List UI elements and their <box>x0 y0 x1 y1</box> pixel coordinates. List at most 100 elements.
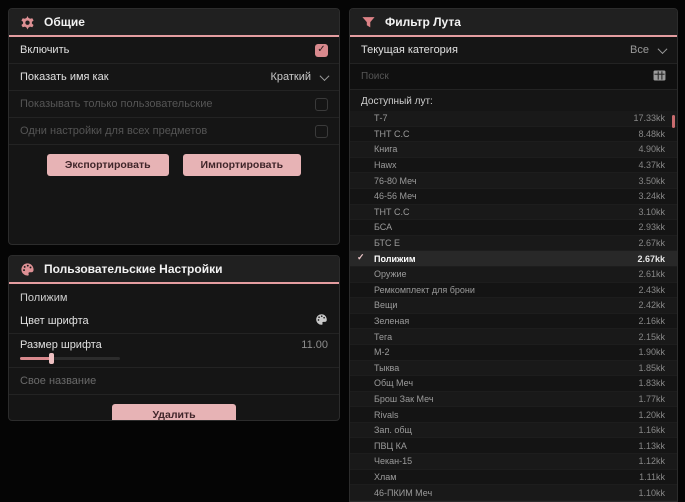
scrollbar-thumb[interactable] <box>672 115 675 128</box>
loot-item-row[interactable]: Общ Меч 1.83kk <box>350 376 677 392</box>
color-palette-icon[interactable] <box>315 313 328 329</box>
enable-row[interactable]: Включить ✓ <box>9 37 339 64</box>
loot-item-name: Ремкомплект для брони <box>374 284 475 295</box>
loot-item-row[interactable]: Книга 4.90kk <box>350 142 677 158</box>
chevron-down-icon <box>319 70 330 81</box>
loot-item-value: 3.24kk <box>638 191 665 202</box>
loot-item-row[interactable]: 76-80 Меч 3.50kk <box>350 173 677 189</box>
check-icon: ✓ <box>357 252 365 263</box>
loot-item-name: Зеленая <box>374 316 410 327</box>
loot-filter-title: Фильтр Лута <box>385 15 461 29</box>
loot-item-row[interactable]: Брош Зак Меч 1.77kk <box>350 391 677 408</box>
loot-item-row[interactable]: Зеленая 2.16kk <box>350 313 677 330</box>
import-button[interactable]: Импортировать <box>182 154 302 176</box>
general-panel-title: Общие <box>44 15 85 29</box>
font-size-slider[interactable] <box>20 353 120 364</box>
loot-item-name: Полижим <box>374 253 416 264</box>
same-settings-row[interactable]: Одни настройки для всех предметов <box>9 118 339 145</box>
loot-item-value: 1.10kk <box>638 487 665 498</box>
loot-item-row[interactable]: Вещи 2.42kk <box>350 298 677 314</box>
loot-item-value: 1.83kk <box>638 378 665 389</box>
loot-item-name: 76-80 Меч <box>374 175 417 186</box>
loot-item-row[interactable]: Тыква 1.85kk <box>350 360 677 377</box>
loot-item-value: 1.12kk <box>638 456 665 467</box>
loot-item-row[interactable]: Тега 2.15kk <box>350 329 677 345</box>
loot-item-value: 2.43kk <box>638 284 665 295</box>
loot-item-name: ПВЦ КА <box>374 440 407 451</box>
palette-icon <box>20 262 35 277</box>
user-settings-panel: Пользовательские Настройки Полижим Цвет … <box>8 255 340 421</box>
loot-item-value: 1.77kk <box>638 393 665 404</box>
check-icon: ✓ <box>317 44 326 55</box>
loot-item-name: Книга <box>374 144 398 155</box>
loot-item-value: 2.61kk <box>638 269 665 280</box>
font-color-label: Цвет шрифта <box>20 314 89 327</box>
loot-item-value: 1.90kk <box>638 347 665 358</box>
general-panel-header: Общие <box>9 9 339 37</box>
loot-item-name: Вещи <box>374 300 398 311</box>
loot-item-value: 17.33kk <box>633 113 665 124</box>
loot-item-row[interactable]: 46-56 Меч 3.24kk <box>350 188 677 205</box>
loot-item-row[interactable]: ТНТ С.С 3.10kk <box>350 204 677 221</box>
loot-item-name: М-2 <box>374 347 390 358</box>
loot-item-value: 2.16kk <box>638 316 665 327</box>
same-settings-label: Одни настройки для всех предметов <box>20 125 208 137</box>
loot-item-row[interactable]: Rivals 1.20kk <box>350 407 677 423</box>
loot-item-value: 2.93kk <box>638 222 665 233</box>
loot-item-row[interactable]: Hawx 4.37kk <box>350 157 677 174</box>
show-only-custom-checkbox[interactable] <box>315 97 328 111</box>
show-only-custom-label: Показывать только пользовательские <box>20 98 213 110</box>
loot-item-value: 3.10kk <box>638 206 665 217</box>
slider-thumb[interactable] <box>49 353 54 364</box>
custom-name-input[interactable] <box>20 375 328 387</box>
loot-item-row[interactable]: БТС Е 2.67kk <box>350 235 677 252</box>
loot-item-value: 1.11kk <box>639 471 665 482</box>
loot-item-row[interactable]: 46-ПКИМ Меч 1.10kk <box>350 485 677 501</box>
loot-item-value: 2.67kk <box>638 238 665 249</box>
loot-item-name: Брош Зак Меч <box>374 393 434 404</box>
category-dropdown[interactable]: Все <box>630 43 668 56</box>
loot-item-row[interactable]: Хлам 1.11kk <box>350 469 677 486</box>
category-label: Текущая категория <box>361 44 458 56</box>
loot-item-name: Чекан-15 <box>374 456 413 467</box>
chevron-down-icon <box>657 43 668 54</box>
available-loot-title: Доступный лут: <box>361 96 433 107</box>
user-settings-title: Пользовательские Настройки <box>44 262 223 276</box>
slider-fill <box>20 357 52 360</box>
loot-item-row[interactable]: ТНТ С.С 8.48kk <box>350 126 677 143</box>
gear-icon <box>20 15 35 30</box>
export-button[interactable]: Экспортировать <box>46 154 169 176</box>
same-settings-checkbox[interactable] <box>315 124 328 138</box>
loot-filter-header: Фильтр Лута <box>350 9 677 37</box>
show-only-custom-row[interactable]: Показывать только пользовательские <box>9 91 339 118</box>
loot-item-name: 46-ПКИМ Меч <box>374 487 433 498</box>
loot-item-name: БСА <box>374 222 393 233</box>
loot-item-value: 4.37kk <box>638 160 665 171</box>
loot-item-name: Оружие <box>374 269 407 280</box>
selected-item-name: Полижим <box>20 292 68 304</box>
loot-item-row[interactable]: Зап. общ 1.16kk <box>350 422 677 439</box>
loot-item-row[interactable]: БСА 2.93kk <box>350 220 677 236</box>
loot-item-row[interactable]: Оружие 2.61kk <box>350 266 677 283</box>
name-format-dropdown[interactable]: Краткий <box>270 70 330 83</box>
delete-row: Удалить <box>9 395 339 420</box>
font-size-label: Размер шрифта <box>20 339 102 351</box>
category-value: Все <box>630 44 649 56</box>
table-icon[interactable] <box>653 68 666 86</box>
loot-item-row[interactable]: Чекан-15 1.12kk <box>350 454 677 470</box>
category-row: Текущая категория Все <box>350 37 677 64</box>
delete-button[interactable]: Удалить <box>112 404 236 420</box>
loot-item-row[interactable]: ПВЦ КА 1.13kk <box>350 438 677 455</box>
enable-checkbox[interactable]: ✓ <box>315 43 328 57</box>
loot-filter-panel: Фильтр Лута Текущая категория Все Доступ… <box>349 8 678 502</box>
loot-item-name: Общ Меч <box>374 378 414 389</box>
loot-item-row[interactable]: М-2 1.90kk <box>350 344 677 361</box>
font-color-row[interactable]: Цвет шрифта <box>9 308 339 334</box>
loot-item-row[interactable]: Ремкомплект для брони 2.43kk <box>350 282 677 299</box>
font-size-value: 11.00 <box>301 339 328 351</box>
loot-item-row[interactable]: ✓ Полижим 2.67kk <box>350 251 677 267</box>
search-input[interactable] <box>361 71 653 82</box>
loot-item-row[interactable]: Т-7 17.33kk <box>350 111 677 127</box>
loot-item-value: 1.13kk <box>638 440 665 451</box>
loot-item-name: БТС Е <box>374 238 401 249</box>
